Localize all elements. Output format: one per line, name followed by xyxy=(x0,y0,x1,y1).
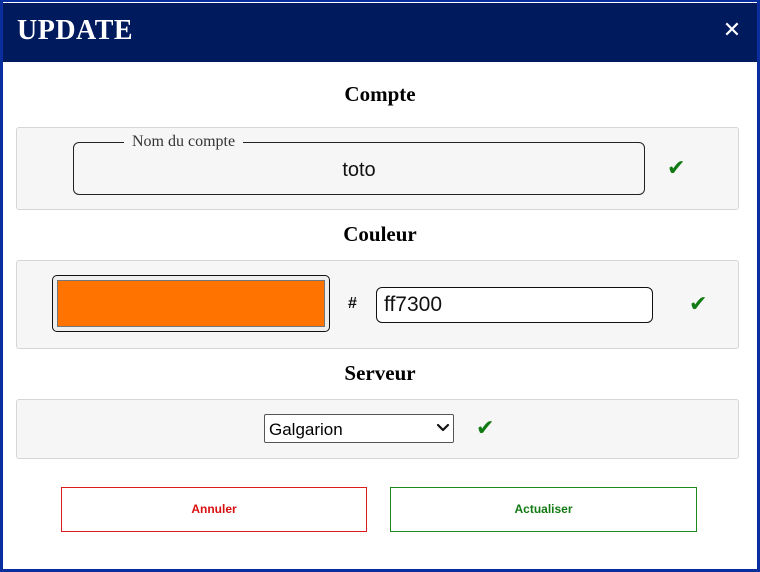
dialog-title: UPDATE xyxy=(17,15,134,46)
server-panel: Galgarion ✔ xyxy=(16,399,739,459)
account-section-title: Compte xyxy=(344,82,416,106)
account-name-fieldset: Nom du compte xyxy=(73,133,645,195)
color-valid-check-icon: ✔ xyxy=(689,292,708,317)
account-panel: Nom du compte ✔ xyxy=(16,127,739,210)
account-name-input[interactable] xyxy=(82,155,636,185)
account-valid-check-icon: ✔ xyxy=(667,156,686,181)
color-picker[interactable] xyxy=(52,275,330,332)
hex-color-input[interactable] xyxy=(376,287,653,323)
chevron-down-icon xyxy=(436,423,450,432)
color-section-title: Couleur xyxy=(343,222,417,246)
update-button[interactable]: Actualiser xyxy=(390,487,697,532)
dialog-titlebar: UPDATE ✕ xyxy=(3,3,757,62)
server-valid-check-icon: ✔ xyxy=(476,416,495,441)
hash-label: # xyxy=(348,295,357,312)
server-section-title: Serveur xyxy=(344,361,416,385)
account-name-legend: Nom du compte xyxy=(124,133,244,151)
server-selected-value: Galgarion xyxy=(269,420,343,439)
cancel-button[interactable]: Annuler xyxy=(61,487,367,532)
color-swatch xyxy=(57,280,325,327)
color-panel: # ✔ xyxy=(16,260,739,349)
server-select[interactable]: Galgarion xyxy=(264,414,454,443)
close-icon[interactable]: ✕ xyxy=(719,18,745,44)
